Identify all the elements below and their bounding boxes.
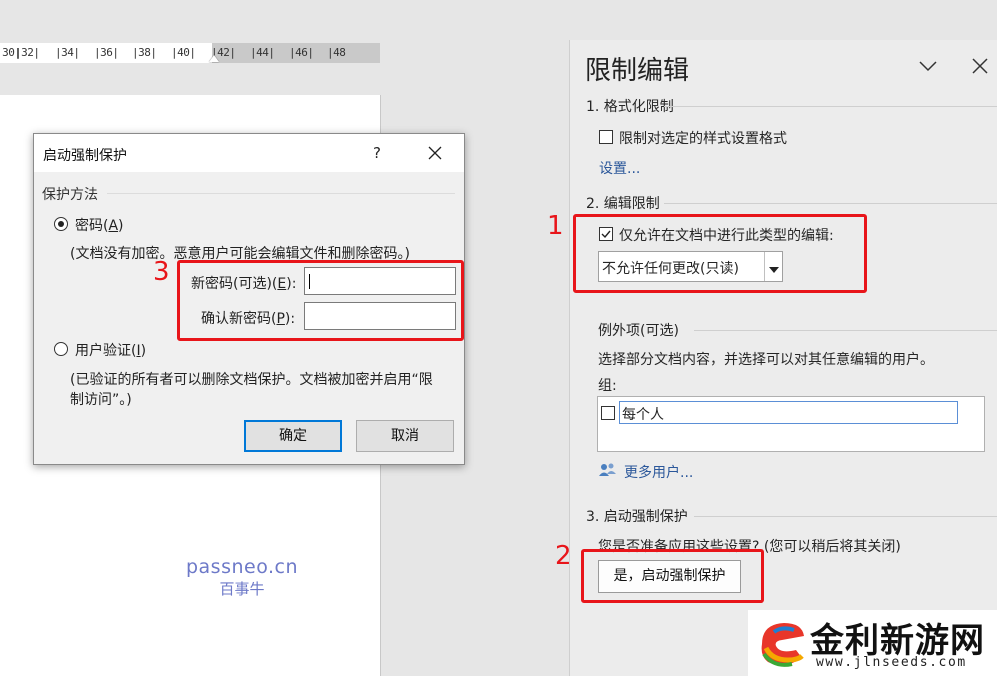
protection-method-label: 保护方法 [42,187,98,203]
close-icon [972,58,988,74]
divider [107,193,455,194]
more-users-link[interactable]: 更多用户... [624,462,693,482]
ruler-tick: |44| [250,46,275,59]
watermark-line2: 百事牛 [219,580,265,598]
annotation-number-2: 2 [555,541,572,571]
watermark-line1: passneo.cn [185,556,299,578]
password-radio-label[interactable]: 密码(A) [75,215,124,235]
group-name: 每个人 [622,407,664,423]
pane-options-button[interactable] [917,55,939,77]
section3-heading: 3. 启动强制保护 [586,509,688,525]
group-item-everyone[interactable]: 每个人 [619,401,958,424]
annotation-box-1 [573,214,867,293]
annotation-box-2 [581,549,764,603]
exceptions-description: 选择部分文档内容，并选择可以对其任意编辑的用户。 [598,352,934,368]
dialog-titlebar[interactable]: 启动强制保护 ? [34,134,464,172]
divider [694,516,997,517]
settings-link[interactable]: 设置... [599,158,640,178]
divider [664,106,997,107]
horizontal-ruler[interactable]: |30| |32| |34| |36| |38| |40| |42| |44| … [0,43,380,63]
ruler-tick: |46| [289,46,314,59]
annotation-box-3 [177,260,464,341]
section1-heading: 1. 格式化限制 [586,99,674,115]
annotation-number-1: 1 [547,211,564,241]
user-auth-radio[interactable] [54,342,68,356]
ok-button[interactable]: 确定 [244,420,342,452]
ruler-tick: |38| [132,46,157,59]
indent-marker-icon[interactable] [209,55,219,62]
format-restriction-checkbox[interactable] [599,130,613,144]
chevron-down-icon [919,61,937,72]
pane-close-button[interactable] [969,55,991,77]
cancel-button[interactable]: 取消 [356,420,454,452]
logo-emblem-icon [752,614,808,670]
exceptions-heading: 例外项(可选) [598,323,679,339]
pane-title: 限制编辑 [585,56,690,86]
user-auth-note-line1: (已验证的所有者可以删除文档保护。文档被加密并启用“限 [70,372,433,388]
ruler-tick: |48 [327,46,346,59]
user-auth-note-line2: 制访问”。) [70,392,132,408]
group-checkbox[interactable] [601,406,615,420]
ruler-tick: |34| [55,46,80,59]
dialog-title: 启动强制保护 [43,148,127,164]
format-restriction-label[interactable]: 限制对选定的样式设置格式 [619,128,787,148]
help-button[interactable]: ? [365,140,389,166]
ruler-tick: |40| [171,46,196,59]
ruler-tick: |32| [15,46,40,59]
divider [664,203,997,204]
logo-url: www.jlnseeds.com [816,655,967,670]
site-logo: 金利新游网 www.jlnseeds.com [748,610,997,676]
close-button[interactable] [422,140,448,166]
watermark: passneo.cn 百事牛 [182,556,302,599]
groups-label: 组: [598,378,617,394]
section2-heading: 2. 编辑限制 [586,196,660,212]
annotation-number-3: 3 [153,257,170,287]
divider [694,330,997,331]
ruler-tick: |36| [94,46,119,59]
users-icon [598,461,618,479]
user-auth-radio-label[interactable]: 用户验证(I) [75,340,146,360]
groups-list[interactable]: 每个人 [597,396,985,452]
password-radio[interactable] [54,217,68,231]
close-icon [428,146,442,160]
